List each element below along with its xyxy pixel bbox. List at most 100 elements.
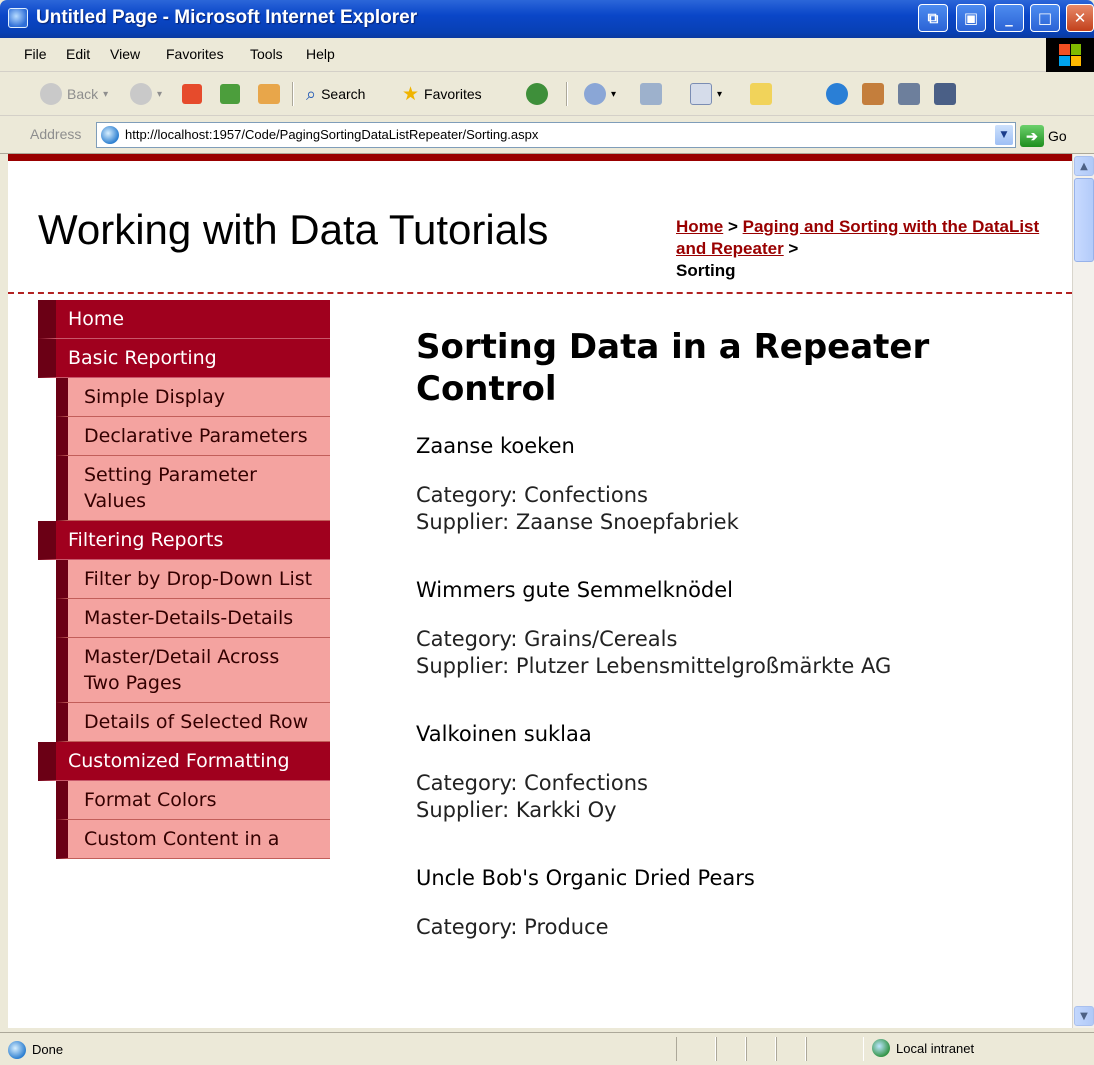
search-button[interactable]: ⌕ Search xyxy=(306,80,365,108)
binoculars-icon xyxy=(898,83,920,105)
windows-logo-icon xyxy=(1046,38,1094,72)
intranet-icon xyxy=(872,1039,890,1057)
sidebar-item-filtering-reports[interactable]: Filtering Reports xyxy=(38,521,330,560)
page-title: Sorting Data in a Repeater Control xyxy=(416,327,930,409)
sidebar-item-details-of-selected-row[interactable]: Details of Selected Row xyxy=(56,703,330,742)
mail-button[interactable]: ▾ xyxy=(584,80,616,108)
home-button[interactable] xyxy=(258,80,280,108)
sidebar-item-master-details-details[interactable]: Master-Details-Details xyxy=(56,599,330,638)
research-icon xyxy=(862,83,884,105)
sidebar-item-home[interactable]: Home xyxy=(38,300,330,339)
list-item: Valkoinen suklaa Category: Confections S… xyxy=(416,722,1046,824)
breadcrumb-current: Sorting xyxy=(676,261,736,280)
status-text: Done xyxy=(32,1042,64,1057)
star-icon: ★ xyxy=(402,83,420,105)
calculator-icon xyxy=(934,83,956,105)
menu-help[interactable]: Help xyxy=(306,46,335,62)
title-bar: Untitled Page - Microsoft Internet Explo… xyxy=(0,0,1094,38)
product-category: Category: Confections xyxy=(416,771,648,795)
extra-icon[interactable]: ⧉ xyxy=(918,4,948,32)
mail-icon xyxy=(584,83,606,105)
menu-view[interactable]: View xyxy=(110,46,140,62)
toolbar: Back ▾ ▾ ⌕ Search ★ Favorites ▾ ▾ xyxy=(0,72,1094,116)
tool-button-2[interactable] xyxy=(898,80,920,108)
product-name: Zaanse koeken xyxy=(416,434,575,458)
globe-icon xyxy=(826,83,848,105)
status-bar: Done Local intranet xyxy=(0,1032,1094,1065)
address-bar: Address http://localhost:1957/Code/Pagin… xyxy=(0,116,1094,154)
sidebar-item-master-detail-across-two-pages[interactable]: Master/Detail Across Two Pages xyxy=(56,638,330,703)
forward-button[interactable]: ▾ xyxy=(130,80,162,108)
site-title: Working with Data Tutorials xyxy=(38,206,549,253)
sidebar-item-declarative-parameters[interactable]: Declarative Parameters xyxy=(56,417,330,456)
scrollbar-thumb[interactable] xyxy=(1074,178,1094,262)
media-button[interactable] xyxy=(526,80,548,108)
messenger-button[interactable] xyxy=(826,80,848,108)
list-item: Zaanse koeken Category: Confections Supp… xyxy=(416,434,1046,536)
sidebar-nav: Home Basic Reporting Simple Display Decl… xyxy=(38,300,330,859)
sidebar-item-simple-display[interactable]: Simple Display xyxy=(56,378,330,417)
menu-bar: File Edit View Favorites Tools Help xyxy=(0,38,1094,72)
minimize-button[interactable]: _ xyxy=(994,4,1024,32)
list-item: Uncle Bob's Organic Dried Pears Category… xyxy=(416,866,1046,941)
go-button[interactable]: ➔ Go xyxy=(1020,124,1067,148)
forward-arrow-icon xyxy=(130,83,152,105)
sidebar-item-setting-parameter-values[interactable]: Setting Parameter Values xyxy=(56,456,330,521)
word-icon xyxy=(690,83,712,105)
sidebar-item-customized-formatting[interactable]: Customized Formatting xyxy=(38,742,330,781)
go-arrow-icon: ➔ xyxy=(1020,125,1044,147)
breadcrumb-separator: > xyxy=(723,217,743,236)
refresh-button[interactable] xyxy=(220,80,240,108)
address-label: Address xyxy=(30,126,82,142)
chevron-down-icon[interactable]: ▼ xyxy=(995,125,1013,145)
vertical-scrollbar[interactable]: ▲ ▼ xyxy=(1072,154,1094,1028)
menu-edit[interactable]: Edit xyxy=(66,46,90,62)
menu-file[interactable]: File xyxy=(24,46,47,62)
maximize-button[interactable]: □ xyxy=(1030,4,1060,32)
print-icon xyxy=(640,83,662,105)
breadcrumb-home-link[interactable]: Home xyxy=(676,217,723,236)
refresh-icon xyxy=(220,84,240,104)
sidebar-item-basic-reporting[interactable]: Basic Reporting xyxy=(38,339,330,378)
scroll-up-icon[interactable]: ▲ xyxy=(1074,156,1094,176)
close-button[interactable]: ✕ xyxy=(1066,4,1094,32)
product-category: Category: Confections xyxy=(416,483,648,507)
discuss-button[interactable] xyxy=(750,80,772,108)
media-icon xyxy=(526,83,548,105)
ie-icon xyxy=(8,8,28,28)
restore-tab-icon[interactable]: ▣ xyxy=(956,4,986,32)
product-name: Valkoinen suklaa xyxy=(416,722,592,746)
print-button[interactable] xyxy=(640,80,662,108)
page-done-icon xyxy=(8,1041,26,1059)
product-supplier: Supplier: Plutzer Lebensmittelgroßmärkte… xyxy=(416,654,892,678)
favorites-button[interactable]: ★ Favorites xyxy=(402,80,482,108)
search-icon: ⌕ xyxy=(306,83,317,104)
product-supplier: Supplier: Zaanse Snoepfabriek xyxy=(416,510,739,534)
tool-button-3[interactable] xyxy=(934,80,956,108)
sidebar-item-custom-content[interactable]: Custom Content in a xyxy=(56,820,330,859)
edit-word-button[interactable]: ▾ xyxy=(690,80,722,108)
menu-tools[interactable]: Tools xyxy=(250,46,283,62)
list-item: Wimmers gute Semmelknödel Category: Grai… xyxy=(416,578,1046,680)
address-input[interactable]: http://localhost:1957/Code/PagingSorting… xyxy=(96,122,1016,148)
security-zone: Local intranet xyxy=(872,1039,974,1057)
address-url: http://localhost:1957/Code/PagingSorting… xyxy=(125,127,539,142)
product-supplier: Supplier: Karkki Oy xyxy=(416,798,617,822)
stop-button[interactable] xyxy=(182,80,202,108)
research-button[interactable] xyxy=(862,80,884,108)
sidebar-item-format-colors[interactable]: Format Colors xyxy=(56,781,330,820)
product-category: Category: Produce xyxy=(416,915,609,939)
back-button[interactable]: Back ▾ xyxy=(40,80,108,108)
main-content: Sorting Data in a Repeater Control Zaans… xyxy=(416,326,1046,983)
header-divider xyxy=(8,292,1072,294)
folder-icon xyxy=(750,83,772,105)
header-border xyxy=(8,154,1072,161)
product-name: Wimmers gute Semmelknödel xyxy=(416,578,734,602)
home-icon xyxy=(258,84,280,104)
page-icon xyxy=(101,126,119,144)
sidebar-item-filter-by-drop-down-list[interactable]: Filter by Drop-Down List xyxy=(56,560,330,599)
scroll-down-icon[interactable]: ▼ xyxy=(1074,1006,1094,1026)
back-arrow-icon xyxy=(40,83,62,105)
menu-favorites[interactable]: Favorites xyxy=(166,46,224,62)
breadcrumb-separator: > xyxy=(783,239,799,258)
